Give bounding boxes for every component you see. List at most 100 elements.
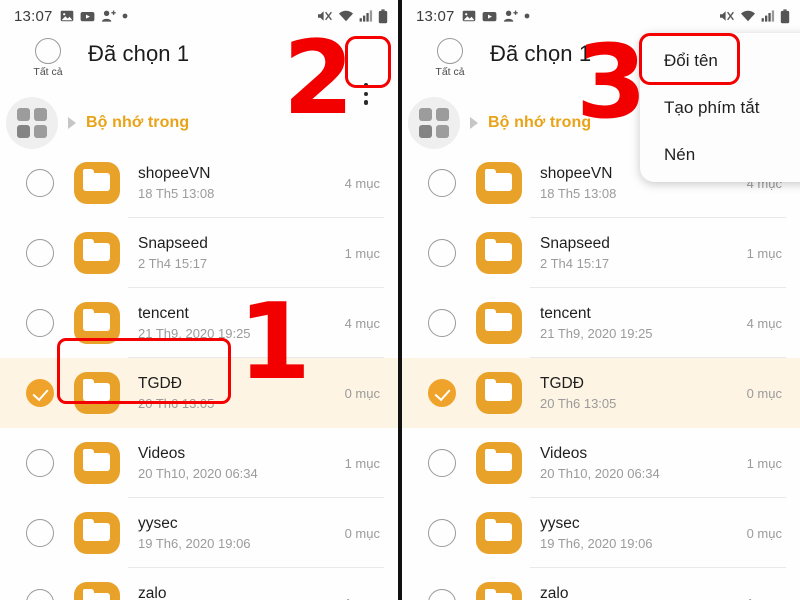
grid-square-2	[34, 108, 47, 121]
folder-name: shopeeVN	[138, 164, 211, 182]
folder-item-count: 1 mục	[344, 245, 380, 261]
folder-item-count: 1 mục	[747, 596, 782, 600]
grid-square-2	[436, 108, 449, 121]
folder-icon	[476, 512, 522, 554]
storage-grid-icon[interactable]	[6, 97, 58, 149]
row-text-block: Videos 20 Th10, 2020 06:34	[138, 444, 345, 483]
folder-item-count: 4 mục	[344, 175, 380, 191]
row-text-block: Snapseed 2 Th4 15:17	[138, 234, 345, 273]
status-bar-left: 13:07	[0, 0, 398, 32]
table-row[interactable]: yysec 19 Th6, 2020 19:06 0 mục	[402, 498, 800, 568]
signal-icon	[359, 10, 373, 22]
table-row[interactable]: shopeeVN 18 Th5 13:08 4 mục	[0, 148, 398, 218]
page-title: Đã chọn 1	[490, 41, 592, 66]
page-title: Đã chọn 1	[88, 41, 190, 66]
row-text-block: TGDĐ 20 Th6 13:05	[540, 374, 747, 413]
folder-item-count: 4 mục	[746, 315, 782, 331]
wifi-icon	[741, 10, 755, 22]
menu-item-shortcut[interactable]: Tạo phím tắt	[640, 84, 800, 131]
menu-item-rename[interactable]: Đổi tên	[640, 37, 800, 84]
folder-icon	[74, 582, 120, 600]
folder-item-count: 0 mục	[746, 385, 782, 401]
grid-glyph	[17, 108, 47, 138]
row-text-block: yysec 19 Th6, 2020 19:06	[138, 514, 345, 553]
folder-item-count: 1 mục	[345, 596, 380, 600]
folder-icon-tab	[485, 518, 512, 541]
folder-name: Snapseed	[138, 234, 208, 252]
row-checkbox-checked[interactable]	[428, 379, 456, 407]
folder-item-count: 0 mục	[344, 525, 380, 541]
breadcrumb[interactable]: Bộ nhớ trong	[0, 96, 398, 150]
select-all-button[interactable]: Tất cả	[424, 38, 476, 78]
table-row[interactable]: tencent 21 Th9, 2020 19:25 4 mục	[0, 288, 398, 358]
table-row[interactable]: TGDĐ 20 Th6 13:05 0 mục	[402, 358, 800, 428]
row-text-block: zalo31 Th3 20:55	[138, 584, 345, 600]
contact-add-icon	[503, 10, 518, 22]
mute-icon	[720, 11, 734, 21]
folder-item-count: 4 mục	[344, 315, 380, 331]
row-text-block: Snapseed 2 Th4 15:17	[540, 234, 747, 273]
folder-icon-tab	[83, 518, 110, 541]
folder-name: Videos	[540, 444, 588, 462]
row-checkbox[interactable]	[428, 449, 456, 477]
table-row[interactable]: tencent 21 Th9, 2020 19:25 4 mục	[402, 288, 800, 358]
folder-icon	[74, 302, 120, 344]
folder-icon-tab	[485, 448, 512, 471]
row-text-block: zalo31 Th3 20:55	[540, 584, 747, 600]
row-checkbox[interactable]	[428, 169, 456, 197]
table-row[interactable]: Videos 20 Th10, 2020 06:34 1 mục	[0, 428, 398, 498]
select-all-button[interactable]: Tất cả	[22, 38, 74, 78]
table-row[interactable]: zalo31 Th3 20:551 mục	[402, 568, 800, 600]
folder-date: 21 Th9, 2020 19:25	[138, 325, 251, 341]
table-row[interactable]: Videos 20 Th10, 2020 06:34 1 mục	[402, 428, 800, 498]
file-list-right: shopeeVN 18 Th5 13:08 4 mục Snapseed 2 Th4 1…	[402, 148, 800, 600]
folder-icon-tab	[485, 308, 512, 331]
folder-date: 21 Th9, 2020 19:25	[540, 325, 653, 341]
panel-step-1-2: 13:07 Tất cả Đã chọn 1 Bộ nhớ trong shop…	[0, 0, 398, 600]
row-checkbox[interactable]	[26, 169, 54, 197]
select-all-checkbox[interactable]	[35, 38, 61, 64]
table-row[interactable]: Snapseed 2 Th4 15:17 1 mục	[0, 218, 398, 288]
mute-icon	[318, 11, 332, 21]
row-checkbox[interactable]	[428, 589, 456, 600]
row-checkbox[interactable]	[26, 519, 54, 547]
storage-grid-icon[interactable]	[408, 97, 460, 149]
select-all-checkbox[interactable]	[437, 38, 463, 64]
folder-date: 18 Th5 13:08	[138, 185, 215, 201]
folder-icon	[476, 232, 522, 274]
row-checkbox[interactable]	[26, 449, 54, 477]
table-row[interactable]: zalo31 Th3 20:551 mục	[0, 568, 398, 600]
menu-item-compress[interactable]: Nén	[640, 131, 800, 178]
row-text-block: Videos 20 Th10, 2020 06:34	[540, 444, 747, 483]
folder-icon-tab	[83, 308, 110, 331]
table-row[interactable]: Snapseed 2 Th4 15:17 1 mục	[402, 218, 800, 288]
row-checkbox[interactable]	[26, 309, 54, 337]
row-checkbox[interactable]	[26, 239, 54, 267]
folder-name: TGDĐ	[540, 374, 584, 392]
row-checkbox[interactable]	[428, 519, 456, 547]
row-text-block: tencent 21 Th9, 2020 19:25	[138, 304, 345, 343]
folder-icon	[74, 512, 120, 554]
folder-date: 2 Th4 15:17	[138, 255, 208, 271]
folder-icon	[74, 162, 120, 204]
folder-name: Snapseed	[540, 234, 610, 252]
status-bar-system-icons	[719, 8, 790, 24]
grid-square-4	[34, 125, 47, 138]
folder-icon-tab	[485, 378, 512, 401]
grid-glyph	[419, 108, 449, 138]
folder-date: 19 Th6, 2020 19:06	[540, 535, 653, 551]
row-checkbox[interactable]	[428, 239, 456, 267]
table-row[interactable]: yysec 19 Th6, 2020 19:06 0 mục	[0, 498, 398, 568]
folder-item-count: 1 mục	[746, 455, 782, 471]
folder-icon-tab	[83, 448, 110, 471]
row-checkbox[interactable]	[26, 589, 54, 600]
folder-date: 20 Th10, 2020 06:34	[138, 465, 258, 481]
folder-icon-tab	[485, 238, 512, 261]
table-row[interactable]: TGDĐ 20 Th6 13:05 0 mục	[0, 358, 398, 428]
folder-name: TGDĐ	[138, 374, 182, 392]
row-checkbox-checked[interactable]	[26, 379, 54, 407]
folder-icon	[74, 442, 120, 484]
folder-icon-tab	[485, 588, 512, 600]
row-checkbox[interactable]	[428, 309, 456, 337]
folder-icon-tab	[83, 588, 110, 600]
